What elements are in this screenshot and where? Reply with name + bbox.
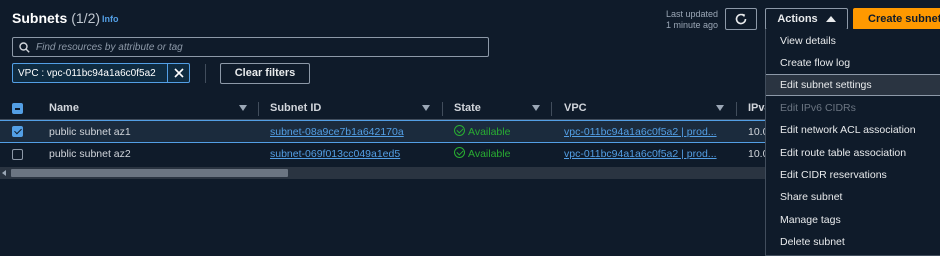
search-box[interactable] [12,37,489,57]
menu-item-create-flow-log[interactable]: Create flow log [766,52,940,74]
sort-caret-icon[interactable] [422,105,430,111]
column-divider[interactable] [551,102,552,116]
menu-item-edit-network-acl-association[interactable]: Edit network ACL association [766,119,940,141]
column-divider[interactable] [736,102,737,116]
column-header-name[interactable]: Name [49,97,79,120]
page-title-text: Subnets [12,10,68,26]
create-subnet-button[interactable]: Create subnet [853,8,940,30]
remove-filter-button[interactable] [167,64,189,82]
check-circle-icon [454,125,465,136]
vpc-link[interactable]: vpc-011bc94a1a6c0f5a2 | prod... [564,143,724,166]
row-checkbox[interactable] [12,126,23,137]
filter-divider [205,64,206,83]
menu-item-delete-subnet[interactable]: Delete subnet [766,231,940,253]
menu-item-share-subnet[interactable]: Share subnet [766,186,940,208]
column-divider[interactable] [442,102,443,116]
search-icon [19,41,30,53]
menu-item-view-details[interactable]: View details [766,30,940,52]
actions-button-label: Actions [777,13,818,25]
column-header-subnet-id[interactable]: Subnet ID [270,97,321,120]
state-text: Available [468,126,511,138]
horizontal-scrollbar[interactable] [0,167,765,179]
caret-up-icon [825,16,836,22]
subnet-name: public subnet az2 [49,148,131,160]
last-updated-label: Last updated [665,9,718,19]
menu-item-manage-tags[interactable]: Manage tags [766,209,940,231]
sort-caret-icon[interactable] [716,105,724,111]
filter-token-text: VPC : vpc-011bc94a1a6c0f5a2 [18,67,156,79]
column-header-state[interactable]: State [454,97,481,120]
menu-item-edit-cidr-reservations[interactable]: Edit CIDR reservations [766,164,940,186]
menu-item-edit-route-table-association[interactable]: Edit route table association [766,142,940,164]
state-text: Available [468,148,511,160]
row-checkbox[interactable] [12,149,23,160]
vpc-link[interactable]: vpc-011bc94a1a6c0f5a2 | prod... [564,121,724,144]
clear-filters-button[interactable]: Clear filters [220,63,310,84]
subnet-id-link[interactable]: subnet-08a9ce7b1a642170a [270,121,435,144]
column-divider[interactable] [258,102,259,116]
scroll-left-arrow-icon[interactable] [2,170,6,176]
state-cell: Available [454,143,544,166]
sort-caret-icon[interactable] [239,105,247,111]
actions-menu: View details Create flow log Edit subnet… [765,29,940,256]
scrollbar-thumb[interactable] [11,169,288,177]
info-link[interactable]: Info [102,14,119,24]
menu-item-edit-subnet-settings[interactable]: Edit subnet settings [766,74,940,96]
refresh-button[interactable] [725,8,757,30]
last-updated-time: 1 minute ago [665,20,718,30]
page-title: Subnets (1/2) [12,10,100,26]
sort-caret-icon[interactable] [532,105,540,111]
actions-button[interactable]: Actions [765,8,848,30]
subnets-panel: Subnets (1/2) Info Last updated 1 minute … [0,0,940,256]
subnet-name: public subnet az1 [49,126,131,138]
check-circle-icon [454,147,465,158]
search-input[interactable] [36,41,476,53]
selection-count: (1/2) [71,10,101,26]
subnet-id-link[interactable]: subnet-069f013cc049a1ed5 [270,143,435,166]
close-icon [173,68,184,78]
refresh-icon [735,13,747,25]
filter-token: VPC : vpc-011bc94a1a6c0f5a2 [12,63,190,83]
column-header-vpc[interactable]: VPC [564,97,587,120]
menu-item-edit-ipv6-cidrs: Edit IPv6 CIDRs [780,102,856,114]
last-updated: Last updated 1 minute ago [632,9,718,31]
state-cell: Available [454,121,544,144]
select-all-checkbox[interactable] [12,103,23,114]
